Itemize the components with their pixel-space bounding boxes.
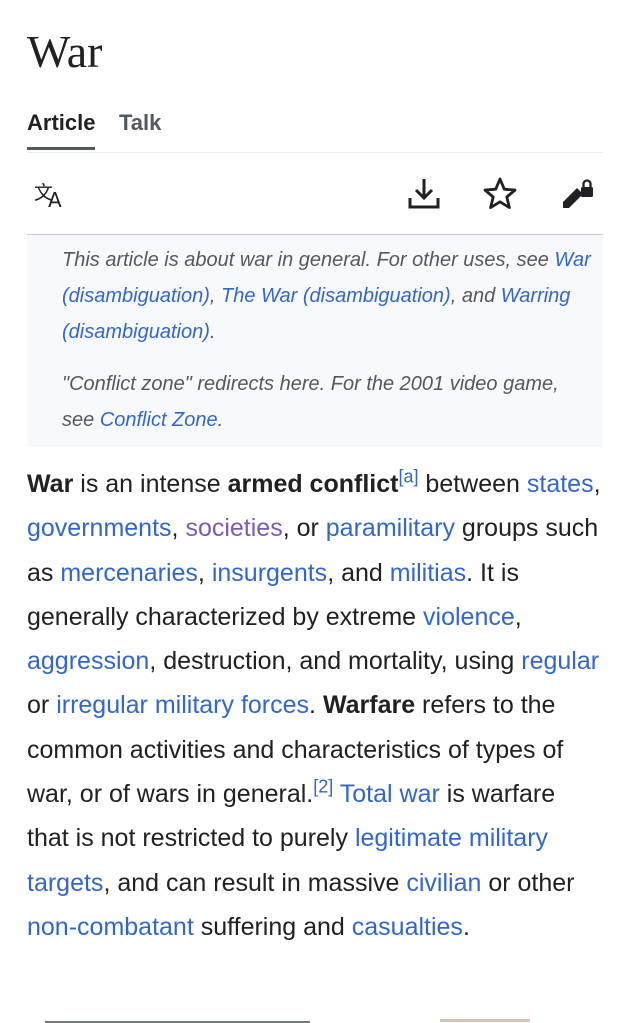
image-preview-edge <box>440 1019 530 1022</box>
link-societies[interactable]: societies <box>185 514 282 542</box>
footnote-2[interactable]: [2] <box>313 777 333 797</box>
svg-text:A: A <box>48 188 62 212</box>
link-governments[interactable]: governments <box>27 514 172 542</box>
link-insurgents[interactable]: insurgents <box>212 559 327 587</box>
link-casualties[interactable]: casualties <box>352 913 463 941</box>
hatnote-disambiguation: This article is about war in general. Fo… <box>62 249 591 343</box>
link-the-war-disambiguation[interactable]: The War (disambiguation) <box>221 285 451 307</box>
link-non-combatant[interactable]: non-combatant <box>27 913 194 941</box>
link-conflict-zone[interactable]: Conflict Zone <box>100 409 218 431</box>
link-states[interactable]: states <box>527 470 594 498</box>
tab-article[interactable]: Article <box>27 110 96 150</box>
link-regular[interactable]: regular <box>521 647 599 675</box>
hatnote: This article is about war in general. Fo… <box>27 235 603 447</box>
link-civilian[interactable]: civilian <box>406 869 481 897</box>
link-total-war[interactable]: Total war <box>340 780 440 808</box>
link-mercenaries[interactable]: mercenaries <box>60 559 198 587</box>
infobox-image-edge <box>45 1019 575 1023</box>
link-paramilitary[interactable]: paramilitary <box>326 514 455 542</box>
namespace-tabs: Article Talk <box>27 104 603 153</box>
tab-talk[interactable]: Talk <box>119 110 161 136</box>
page-title: War <box>27 26 103 77</box>
link-militias[interactable]: militias <box>390 559 466 587</box>
download-icon[interactable] <box>406 176 442 212</box>
lead-paragraph: War is an intense armed conflict[a] betw… <box>27 466 601 941</box>
language-icon[interactable]: 文 A <box>33 176 69 212</box>
edit-locked-icon[interactable] <box>559 176 595 212</box>
hatnote-redirect: "Conflict zone" redirects here. For the … <box>62 373 559 431</box>
link-violence[interactable]: violence <box>423 603 515 631</box>
link-aggression[interactable]: aggression <box>27 647 149 675</box>
page-actions-toolbar: 文 A <box>27 166 603 235</box>
link-irregular-military-forces[interactable]: irregular military forces <box>56 691 309 719</box>
watch-star-icon[interactable] <box>482 176 518 212</box>
footnote-a[interactable]: [a] <box>398 467 418 487</box>
